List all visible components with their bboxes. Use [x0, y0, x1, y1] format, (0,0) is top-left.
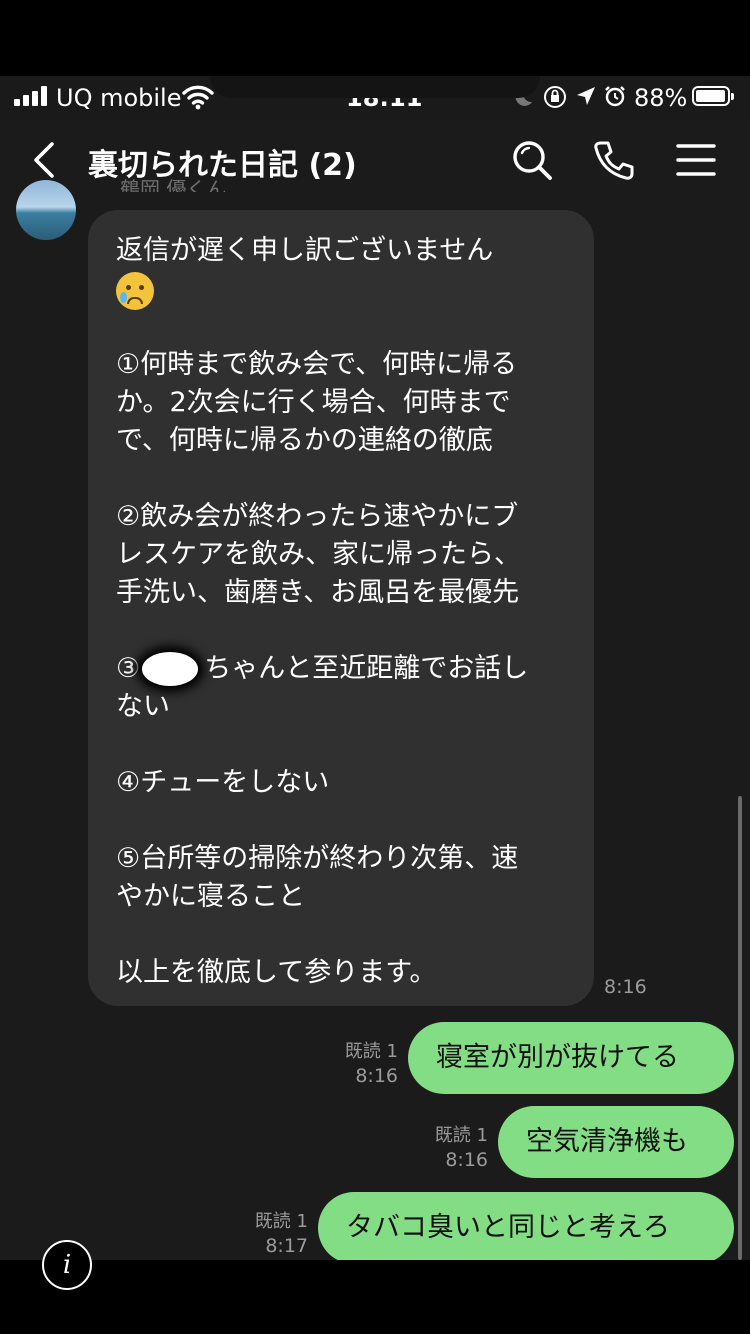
redacted-name — [140, 650, 204, 688]
message-line: ない — [116, 691, 170, 722]
message-line — [116, 460, 568, 498]
avatar[interactable] — [16, 180, 76, 240]
message-line: ⑤台所等の掃除が終わり次第、速 — [116, 843, 519, 874]
message-line — [116, 916, 568, 954]
outgoing-message-bubble[interactable]: 寝室が別が抜けてる — [408, 1022, 734, 1094]
chat-header: 裏切られた日記 (2) — [0, 120, 750, 198]
chat-area[interactable]: 裏切られた日記 (2) 鶴岡 優くん 返信が遅く申し訳ございません ①何時まで飲… — [0, 120, 750, 1260]
message-time: 8:16 — [604, 976, 647, 998]
back-chevron-icon[interactable] — [26, 140, 66, 180]
message-line: ③ ちゃんと至近距離でお話し — [116, 650, 568, 688]
cellular-signal-icon — [14, 86, 48, 106]
message-line: やかに寝ること — [116, 881, 305, 912]
carrier-label: UQ mobile — [56, 84, 182, 112]
message-line — [116, 308, 568, 346]
notch-shadow — [210, 76, 540, 98]
read-receipt: 既読 1 8:17 — [254, 1211, 308, 1257]
message-line: レスケアを飲み、家に帰ったら、 — [116, 539, 521, 570]
scrollbar[interactable] — [738, 796, 742, 1260]
message-line — [116, 726, 568, 764]
message-line: で、何時に帰るかの連絡の徹底 — [116, 425, 493, 456]
outgoing-message-bubble[interactable]: 空気清浄機も — [498, 1106, 734, 1178]
menu-icon[interactable] — [674, 138, 718, 182]
sender-name[interactable]: 鶴岡 優くん — [120, 178, 226, 192]
read-receipt: 既読 1 8:16 — [344, 1041, 398, 1087]
message-line: ①何時まで飲み会で、何時に帰る — [116, 349, 518, 380]
battery-icon — [692, 86, 734, 106]
bottom-bar — [0, 1260, 750, 1334]
message-line: ②飲み会が終わったら速やかにブ — [116, 501, 519, 532]
incoming-message-bubble[interactable]: 返信が遅く申し訳ございません ①何時まで飲み会で、何時に帰る か。2次会に行く場… — [88, 210, 594, 1006]
message-line: か。2次会に行く場合、何時まで — [116, 387, 511, 418]
phone-icon[interactable] — [592, 138, 636, 182]
message-line — [116, 802, 568, 840]
message-line: ④チューをしない — [116, 767, 330, 798]
outgoing-message-bubble[interactable]: タバコ臭いと同じと考えろ — [318, 1192, 734, 1260]
location-icon — [577, 87, 595, 105]
message-line — [116, 270, 568, 310]
message-line: 以上を徹底して参ります。 — [116, 957, 437, 988]
wifi-icon — [182, 85, 214, 110]
top-black-band — [0, 0, 750, 76]
orientation-lock-icon — [544, 86, 566, 108]
read-receipt: 既読 1 8:16 — [434, 1125, 488, 1171]
message-line: 手洗い、歯磨き、お風呂を最優先 — [116, 577, 520, 608]
info-button[interactable]: i — [42, 1240, 92, 1290]
battery-percent: 88% — [634, 84, 688, 112]
search-icon[interactable] — [510, 138, 554, 182]
message-line — [116, 612, 568, 650]
message-line: 返信が遅く申し訳ございません — [116, 235, 494, 266]
alarm-icon — [605, 86, 625, 107]
crying-face-icon — [116, 272, 154, 310]
